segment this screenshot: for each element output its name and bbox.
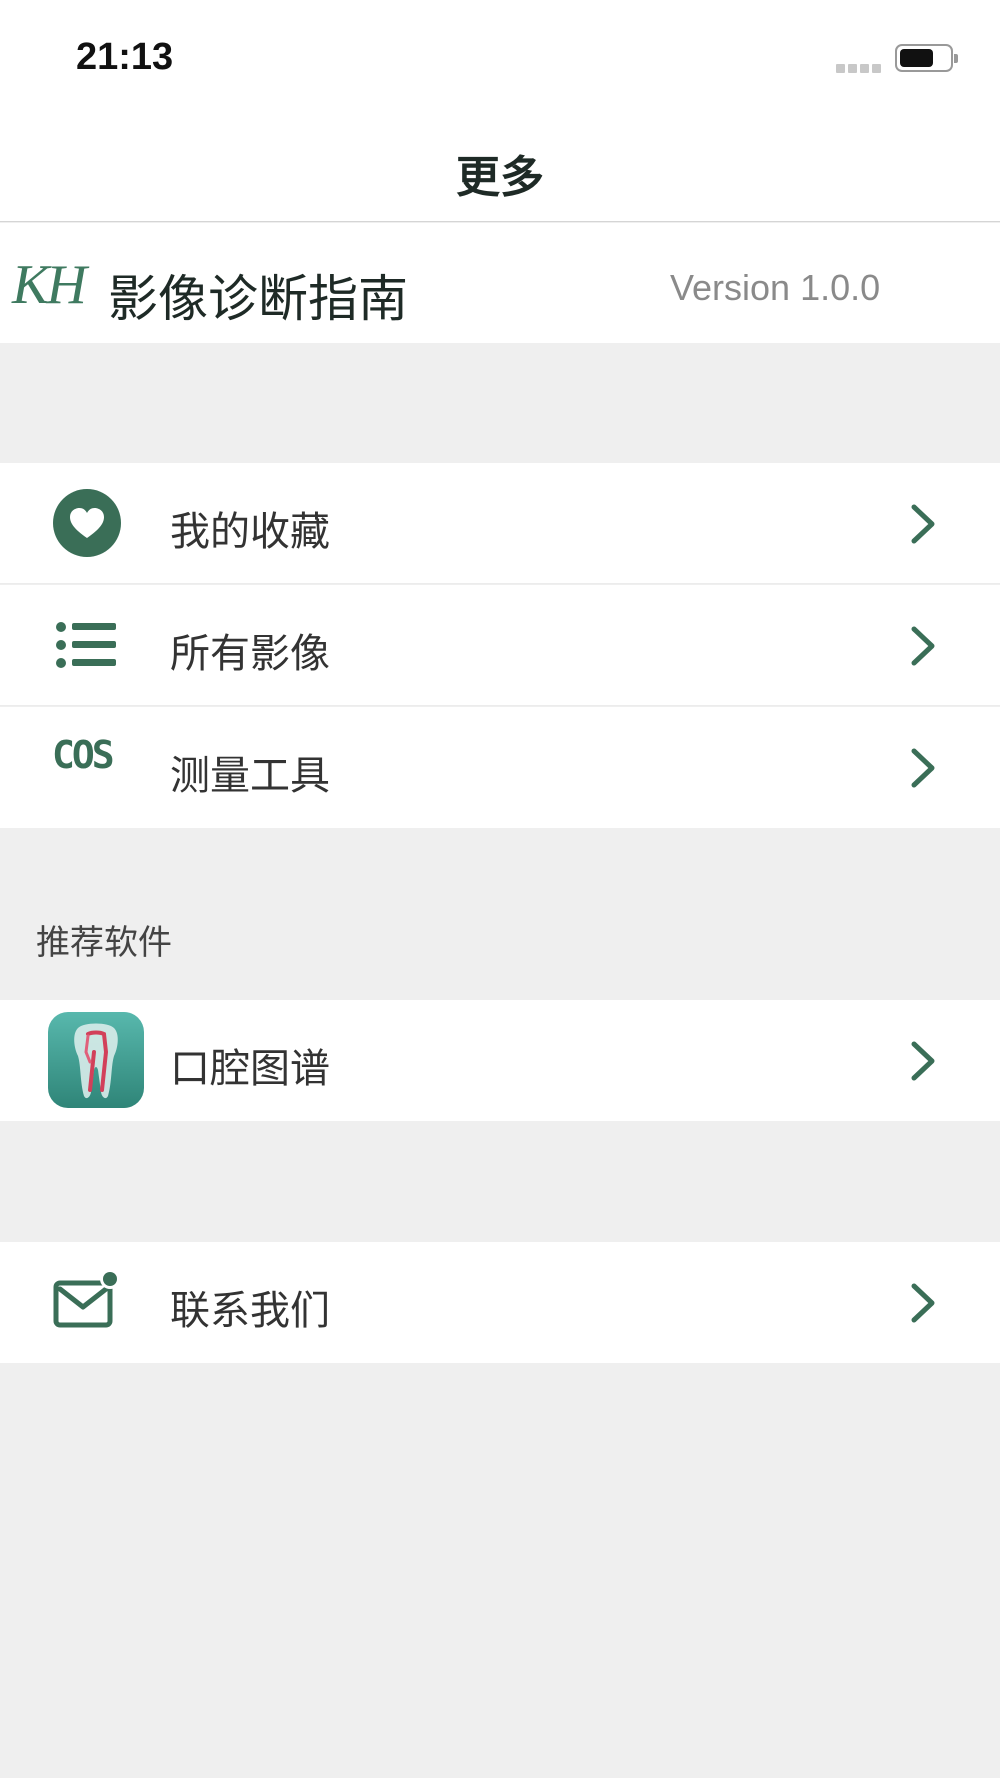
menu-item-label: 我的收藏	[170, 509, 330, 555]
app-logo: KH	[12, 254, 87, 316]
recommended-app-label: 口腔图谱	[170, 1046, 330, 1092]
list-icon	[56, 622, 116, 668]
chevron-right-icon	[911, 748, 935, 788]
menu-item-measure-tools[interactable]: COS 测量工具	[0, 707, 1000, 828]
chevron-right-icon	[911, 626, 935, 666]
menu-item-label: 联系我们	[170, 1288, 330, 1334]
chevron-right-icon	[911, 1283, 935, 1323]
menu-item-contact-us[interactable]: 联系我们	[0, 1242, 1000, 1363]
status-time: 21:13	[76, 36, 174, 78]
cos-icon: COS	[52, 733, 115, 777]
menu-item-label: 所有影像	[170, 631, 330, 677]
status-bar: 21:13	[0, 0, 1000, 115]
app-name: 影像诊断指南	[108, 270, 408, 328]
recommended-app-item[interactable]: 口腔图谱	[0, 1000, 1000, 1121]
more-screen: 21:13 更多 KH 影像诊断指南 Version 1.0.0 我的收藏 所有…	[0, 0, 1000, 1778]
section-title-recommended: 推荐软件	[36, 923, 172, 963]
menu-item-all-images[interactable]: 所有影像	[0, 585, 1000, 706]
nav-bar: 更多	[0, 115, 1000, 222]
heart-icon	[53, 489, 121, 557]
app-version: Version 1.0.0	[670, 267, 881, 308]
tooth-app-icon	[48, 1012, 144, 1108]
mail-icon	[53, 1269, 120, 1328]
chevron-right-icon	[911, 504, 935, 544]
signal-icon	[836, 64, 881, 73]
app-header: KH 影像诊断指南 Version 1.0.0	[0, 223, 1000, 343]
battery-icon	[895, 44, 958, 72]
page-title: 更多	[456, 152, 544, 203]
chevron-right-icon	[911, 1041, 935, 1081]
menu-item-favorites[interactable]: 我的收藏	[0, 463, 1000, 584]
menu-item-label: 测量工具	[170, 753, 330, 799]
